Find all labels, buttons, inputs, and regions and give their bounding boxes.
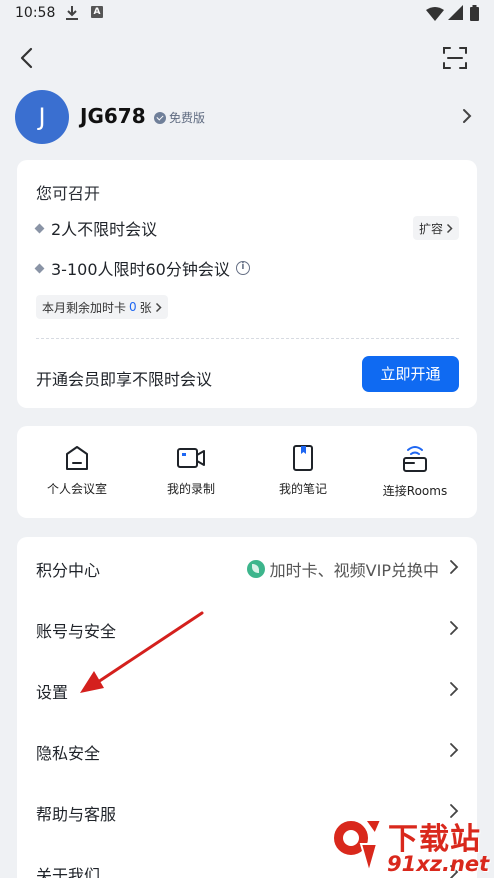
chevron-right-icon: [450, 621, 459, 635]
status-bar: 10:58 A: [0, 0, 494, 28]
expand-label: 扩容: [418, 221, 443, 236]
personal-room-icon: [66, 446, 88, 470]
meeting-item-label: 2人不限时会议: [51, 220, 158, 239]
bullet-icon: [34, 223, 45, 233]
notebook-icon: [293, 445, 313, 471]
scan-icon[interactable]: [441, 44, 469, 72]
promo-text: 开通会员即享不限时会议: [36, 370, 213, 389]
watermark: 下载站 91xz.net: [325, 812, 494, 878]
wifi-icon: [426, 6, 444, 25]
back-icon[interactable]: [14, 44, 42, 72]
bullet-icon: [34, 263, 45, 273]
expand-button[interactable]: 扩容: [412, 216, 459, 240]
username: JG678: [80, 104, 146, 128]
app-notification-icon: A: [91, 6, 103, 18]
info-icon[interactable]: i: [235, 261, 250, 275]
menu-item-label: 设置: [36, 683, 69, 702]
menu-item-points-center[interactable]: 积分中心 加时卡、视频VIP兑换中: [17, 537, 477, 598]
menu-item-extra: 加时卡、视频VIP兑换中: [246, 557, 439, 581]
points-leaf-icon: [246, 560, 265, 578]
menu-item-settings[interactable]: 设置: [17, 659, 477, 720]
divider: [36, 338, 459, 339]
meeting-item-label: 3-100人限时60分钟会议: [51, 260, 230, 279]
chevron-right-icon: [446, 223, 453, 233]
vip-badge-icon: [154, 111, 166, 124]
menu-item-label: 关于我们: [36, 866, 101, 878]
plan-badge[interactable]: 免费版: [154, 109, 205, 126]
watermark-url: 91xz.net: [387, 852, 490, 876]
chip-count: 0: [129, 300, 137, 314]
chevron-right-icon: [450, 743, 459, 757]
tool-label: 连接Rooms: [382, 484, 448, 498]
rooms-connect-icon: [403, 446, 427, 472]
meeting-item-two-person: 2人不限时会议: [34, 216, 158, 240]
meeting-capacity-card: 您可召开 2人不限时会议 扩容 3-100人限时60分钟会议 i 本月剩余加时卡…: [17, 160, 477, 408]
open-membership-button[interactable]: 立即开通: [362, 356, 459, 392]
menu-item-label: 帮助与客服: [36, 805, 117, 824]
plan-label: 免费版: [169, 111, 206, 125]
tool-my-notes[interactable]: 我的笔记: [247, 444, 359, 497]
battery-icon: [470, 5, 479, 25]
menu-extra-label: 加时卡、视频VIP兑换中: [269, 561, 439, 580]
tool-label: 我的笔记: [278, 482, 327, 496]
chip-prefix: 本月剩余加时卡: [42, 300, 127, 315]
status-time: 10:58: [15, 5, 56, 21]
tool-label: 个人会议室: [46, 482, 107, 496]
video-camera-icon: [177, 448, 205, 468]
chevron-right-icon: [155, 302, 162, 312]
meeting-item-group: 3-100人限时60分钟会议 i: [34, 256, 250, 280]
section-title: 您可召开: [36, 184, 101, 203]
menu-item-label: 账号与安全: [36, 622, 117, 641]
avatar[interactable]: J: [15, 90, 69, 144]
tool-label: 我的录制: [166, 482, 215, 496]
menu-item-label: 隐私安全: [36, 744, 101, 763]
tool-personal-room[interactable]: 个人会议室: [21, 444, 133, 497]
menu-item-label: 积分中心: [36, 561, 101, 580]
chevron-right-icon: [450, 682, 459, 696]
chip-suffix: 张: [139, 300, 152, 315]
menu-item-account-security[interactable]: 账号与安全: [17, 598, 477, 659]
profile-chevron-icon[interactable]: [460, 106, 474, 130]
tools-card: 个人会议室 我的录制 我的笔记 连接Rooms: [17, 426, 477, 518]
signal-icon: [448, 5, 463, 24]
tool-my-recordings[interactable]: 我的录制: [135, 444, 247, 497]
extension-card-chip[interactable]: 本月剩余加时卡 0 张: [36, 295, 168, 319]
chevron-right-icon: [450, 560, 459, 574]
menu-item-privacy-security[interactable]: 隐私安全: [17, 720, 477, 781]
watermark-logo-icon: [332, 819, 383, 876]
download-icon: [66, 5, 78, 24]
tool-connect-rooms[interactable]: 连接Rooms: [359, 444, 471, 499]
